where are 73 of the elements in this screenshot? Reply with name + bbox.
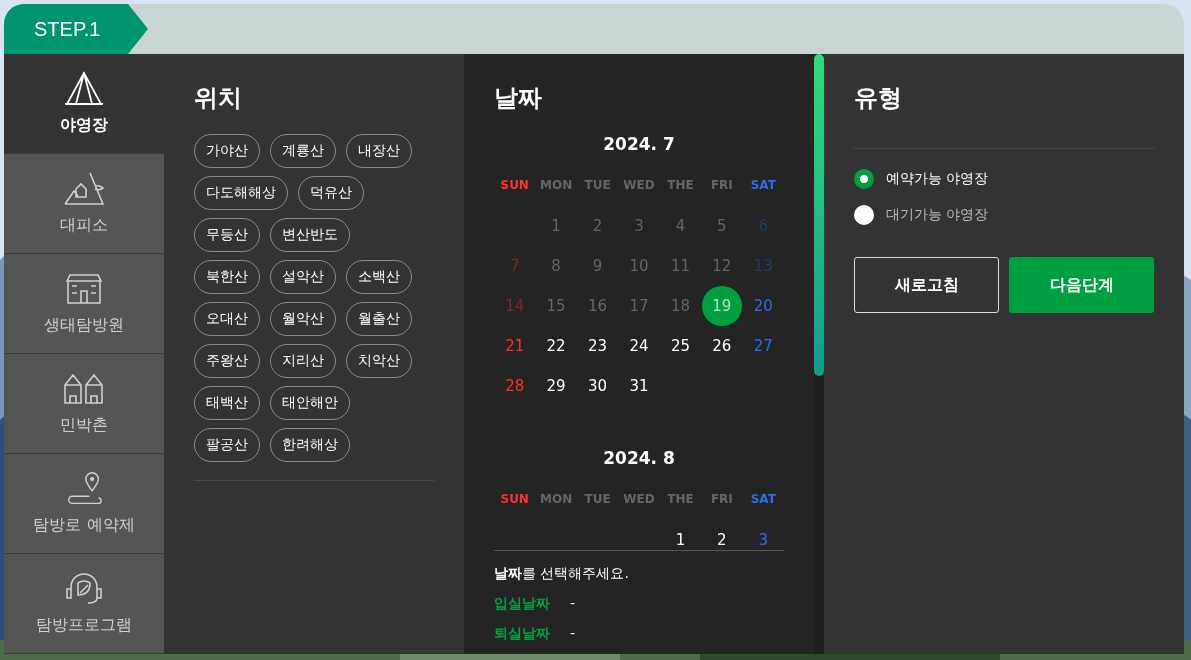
sidebar-item[interactable]: 탐방프로그램 bbox=[4, 554, 164, 654]
calendar-day[interactable]: 24 bbox=[629, 337, 649, 355]
month-title: 2024. 7 bbox=[602, 134, 676, 154]
field-label: 퇴실날짜 bbox=[494, 625, 550, 643]
section-title: 날짜 bbox=[494, 83, 543, 114]
weekday-label: SAT bbox=[749, 492, 777, 506]
calendar-day: 13 bbox=[753, 257, 773, 275]
section-title: 위치 bbox=[194, 83, 243, 114]
calendar-day: 14 bbox=[505, 297, 525, 315]
sidebar-item[interactable]: 탐방로 예약제 bbox=[4, 454, 164, 554]
weekday-label: FRI bbox=[709, 492, 734, 506]
mountain-icon bbox=[64, 171, 104, 207]
headset-icon bbox=[64, 571, 104, 607]
scrollbar-thumb[interactable] bbox=[814, 54, 824, 376]
radio-label[interactable]: 대기가능 야영장 bbox=[886, 206, 989, 224]
weekday-label: WED bbox=[622, 492, 656, 506]
calendar-day: 4 bbox=[675, 217, 686, 235]
calendar-day[interactable]: 25 bbox=[670, 337, 690, 355]
calendar-day[interactable]: 29 bbox=[546, 377, 566, 395]
radio-button[interactable] bbox=[854, 169, 874, 189]
calendar-day: 11 bbox=[670, 257, 690, 275]
calendar-day[interactable]: 21 bbox=[505, 337, 525, 355]
calendar-day: 16 bbox=[588, 297, 608, 315]
calendar-day: 18 bbox=[670, 297, 690, 315]
calendar-day: 5 bbox=[717, 217, 727, 235]
field-value: - bbox=[570, 595, 576, 613]
weekday-label: THE bbox=[666, 492, 695, 506]
calendar-day: 17 bbox=[629, 297, 649, 315]
weekday-label: TUE bbox=[583, 492, 612, 506]
location-chip[interactable]: 북한산 bbox=[194, 260, 260, 294]
radio-button[interactable] bbox=[854, 205, 874, 225]
weekday-label: MON bbox=[539, 492, 574, 506]
weekday-label: SAT bbox=[749, 178, 777, 192]
step-label: STEP.1 bbox=[4, 4, 148, 54]
calendar-day[interactable]: 22 bbox=[546, 337, 566, 355]
calendar-day[interactable]: 2 bbox=[717, 531, 727, 549]
calendar-day[interactable]: 23 bbox=[588, 337, 608, 355]
field-label: 입실날짜 bbox=[494, 595, 550, 613]
calendar-day[interactable]: 1 bbox=[675, 531, 686, 549]
weekday-label: FRI bbox=[709, 178, 734, 192]
calendar-day: 12 bbox=[712, 257, 732, 275]
month-title: 2024. 8 bbox=[602, 448, 676, 468]
weekday-label: THE bbox=[666, 178, 695, 192]
field-value: - bbox=[570, 625, 576, 643]
calendar-day: 7 bbox=[509, 257, 520, 275]
section-title: 유형 bbox=[854, 83, 903, 114]
calendar-day: 1 bbox=[551, 217, 561, 235]
calendar-day: 10 bbox=[629, 257, 649, 275]
action-button[interactable]: 새로고침 bbox=[854, 257, 999, 313]
calendar-day[interactable]: 28 bbox=[505, 377, 525, 395]
calendar-day[interactable]: 26 bbox=[712, 337, 732, 355]
date-prompt: 날짜를 선택해주세요. bbox=[494, 565, 630, 583]
weekday-label: SUN bbox=[499, 178, 530, 192]
radio-label[interactable]: 예약가능 야영장 bbox=[886, 170, 989, 188]
calendar-day: 8 bbox=[551, 257, 561, 275]
weekday-label: MON bbox=[539, 178, 574, 192]
sidebar-item[interactable]: 민박촌 bbox=[4, 354, 164, 454]
calendar-day[interactable]: 30 bbox=[588, 377, 608, 395]
houses-icon bbox=[64, 371, 104, 407]
calendar-day[interactable]: 31 bbox=[629, 377, 649, 395]
calendar-day: 9 bbox=[592, 257, 603, 275]
building-icon bbox=[64, 271, 104, 307]
calendar-day: 2 bbox=[592, 217, 603, 235]
tent-icon bbox=[64, 71, 104, 107]
calendar-day: 3 bbox=[634, 217, 644, 235]
calendar-day: 19 bbox=[712, 297, 732, 315]
calendar-day: 15 bbox=[546, 297, 566, 315]
sidebar-item[interactable]: 대피소 bbox=[4, 154, 164, 254]
weekday-label: WED bbox=[622, 178, 656, 192]
weekday-label: SUN bbox=[499, 492, 530, 506]
calendar-day: 6 bbox=[758, 217, 769, 235]
sidebar-item[interactable]: 생태탐방원 bbox=[4, 254, 164, 354]
weekday-label: TUE bbox=[583, 178, 612, 192]
